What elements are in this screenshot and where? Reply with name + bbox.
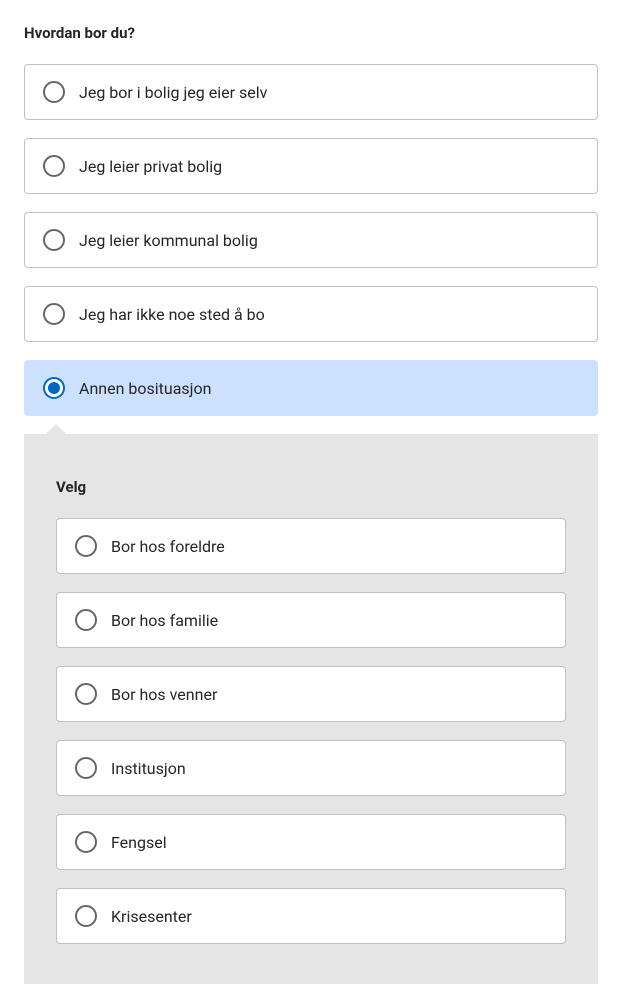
subquestion-radio-group: Bor hos foreldre Bor hos familie Bor hos… [56,518,566,944]
housing-question: Hvordan bor du? Jeg bor i bolig jeg eier… [24,24,598,984]
radio-icon [75,609,97,631]
radio-icon [43,229,65,251]
radio-option-other-situation[interactable]: Annen bosituasjon [24,360,598,416]
radio-label: Bor hos familie [111,611,218,630]
radio-label: Jeg leier privat bolig [79,157,222,176]
radio-label: Bor hos foreldre [111,537,225,556]
radio-icon [43,377,65,399]
radio-icon [43,81,65,103]
radio-option-no-place[interactable]: Jeg har ikke noe sted å bo [24,286,598,342]
radio-option-rent-private[interactable]: Jeg leier privat bolig [24,138,598,194]
radio-icon [75,757,97,779]
radio-label: Jeg leier kommunal bolig [79,231,258,250]
radio-icon [43,155,65,177]
radio-icon [75,905,97,927]
radio-label: Krisesenter [111,907,192,926]
radio-label: Jeg har ikke noe sted å bo [79,305,265,324]
sub-radio-parents[interactable]: Bor hos foreldre [56,518,566,574]
sub-radio-crisis-center[interactable]: Krisesenter [56,888,566,944]
radio-option-rent-municipal[interactable]: Jeg leier kommunal bolig [24,212,598,268]
radio-option-own-home[interactable]: Jeg bor i bolig jeg eier selv [24,64,598,120]
question-title: Hvordan bor du? [24,24,598,42]
radio-label: Institusjon [111,759,186,778]
sub-radio-family[interactable]: Bor hos familie [56,592,566,648]
sub-radio-institution[interactable]: Institusjon [56,740,566,796]
radio-label: Jeg bor i bolig jeg eier selv [79,83,267,102]
radio-icon [75,535,97,557]
radio-icon [75,683,97,705]
housing-radio-group: Jeg bor i bolig jeg eier selv Jeg leier … [24,64,598,416]
radio-label: Fengsel [111,833,167,852]
sub-radio-prison[interactable]: Fengsel [56,814,566,870]
radio-label: Bor hos venner [111,685,217,704]
radio-label: Annen bosituasjon [79,379,211,398]
sub-radio-friends[interactable]: Bor hos venner [56,666,566,722]
subquestion-title: Velg [56,478,566,496]
radio-icon [75,831,97,853]
other-situation-subpanel: Velg Bor hos foreldre Bor hos familie Bo… [24,434,598,984]
radio-icon [43,303,65,325]
